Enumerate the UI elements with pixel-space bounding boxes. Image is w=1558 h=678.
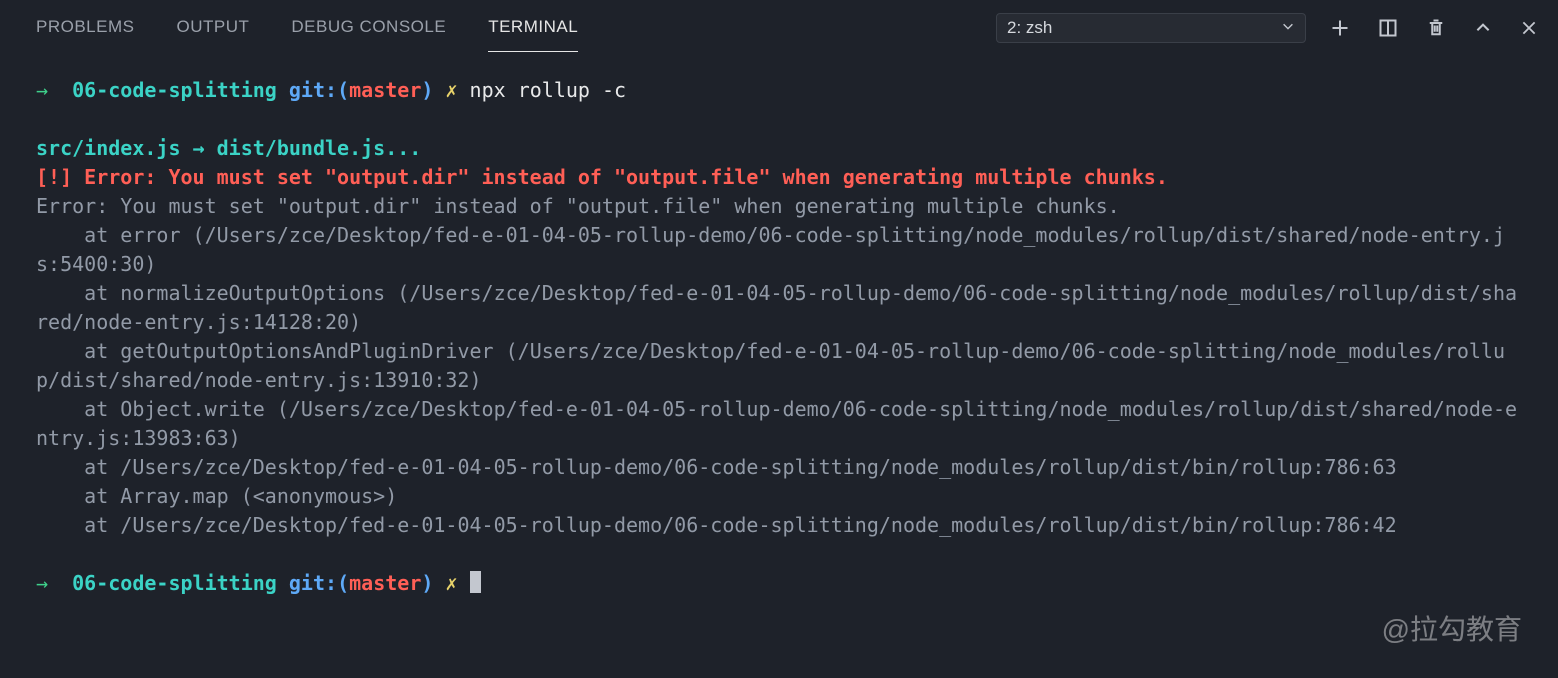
prompt-arrow: → (36, 571, 48, 595)
trace-line: at Object.write (/Users/zce/Desktop/fed-… (36, 397, 1517, 450)
tab-terminal[interactable]: TERMINAL (488, 5, 578, 52)
chevron-down-icon (1281, 18, 1295, 38)
prompt-cwd: 06-code-splitting (72, 78, 277, 102)
trace-line: at Array.map (<anonymous>) (36, 484, 397, 508)
terminal-output[interactable]: → 06-code-splitting git:(master) ✗ npx r… (0, 56, 1558, 598)
tab-debug-console[interactable]: DEBUG CONSOLE (291, 5, 446, 52)
prompt-dirty-icon: ✗ (445, 571, 457, 595)
error-line: [!] Error: You must set "output.dir" ins… (36, 165, 1168, 189)
prompt-branch: master (349, 78, 421, 102)
prompt-paren-open: ( (337, 571, 349, 595)
prompt-paren-close: ) (421, 78, 433, 102)
kill-terminal-button[interactable] (1426, 18, 1446, 38)
prompt-branch: master (349, 571, 421, 595)
tab-output[interactable]: OUTPUT (176, 5, 249, 52)
close-panel-button[interactable] (1520, 19, 1538, 37)
prompt-arrow: → (36, 78, 48, 102)
trace-line: at /Users/zce/Desktop/fed-e-01-04-05-rol… (36, 513, 1397, 537)
prompt-dirty-icon: ✗ (445, 78, 457, 102)
trace-line: at normalizeOutputOptions (/Users/zce/De… (36, 281, 1517, 334)
prompt-cwd: 06-code-splitting (72, 571, 277, 595)
terminal-selector-label: 2: zsh (1007, 18, 1052, 38)
trace-line: at error (/Users/zce/Desktop/fed-e-01-04… (36, 223, 1505, 276)
new-terminal-button[interactable] (1330, 18, 1350, 38)
prompt-paren-open: ( (337, 78, 349, 102)
tab-problems[interactable]: PROBLEMS (36, 5, 134, 52)
command-text: npx rollup -c (470, 78, 627, 102)
trace-line: at /Users/zce/Desktop/fed-e-01-04-05-rol… (36, 455, 1397, 479)
prompt-git: git: (289, 78, 337, 102)
prompt-git: git: (289, 571, 337, 595)
maximize-panel-button[interactable] (1474, 19, 1492, 37)
panel-header: PROBLEMS OUTPUT DEBUG CONSOLE TERMINAL 2… (0, 0, 1558, 56)
split-terminal-button[interactable] (1378, 18, 1398, 38)
terminal-cursor (470, 571, 481, 593)
terminal-selector[interactable]: 2: zsh (996, 13, 1306, 43)
build-line: src/index.js → dist/bundle.js... (36, 136, 421, 160)
watermark: @拉勾教育 (1382, 608, 1522, 648)
terminal-actions (1330, 18, 1538, 38)
panel-tabs: PROBLEMS OUTPUT DEBUG CONSOLE TERMINAL (36, 5, 578, 52)
trace-line: at getOutputOptionsAndPluginDriver (/Use… (36, 339, 1505, 392)
trace-line: Error: You must set "output.dir" instead… (36, 194, 1120, 218)
prompt-paren-close: ) (421, 571, 433, 595)
